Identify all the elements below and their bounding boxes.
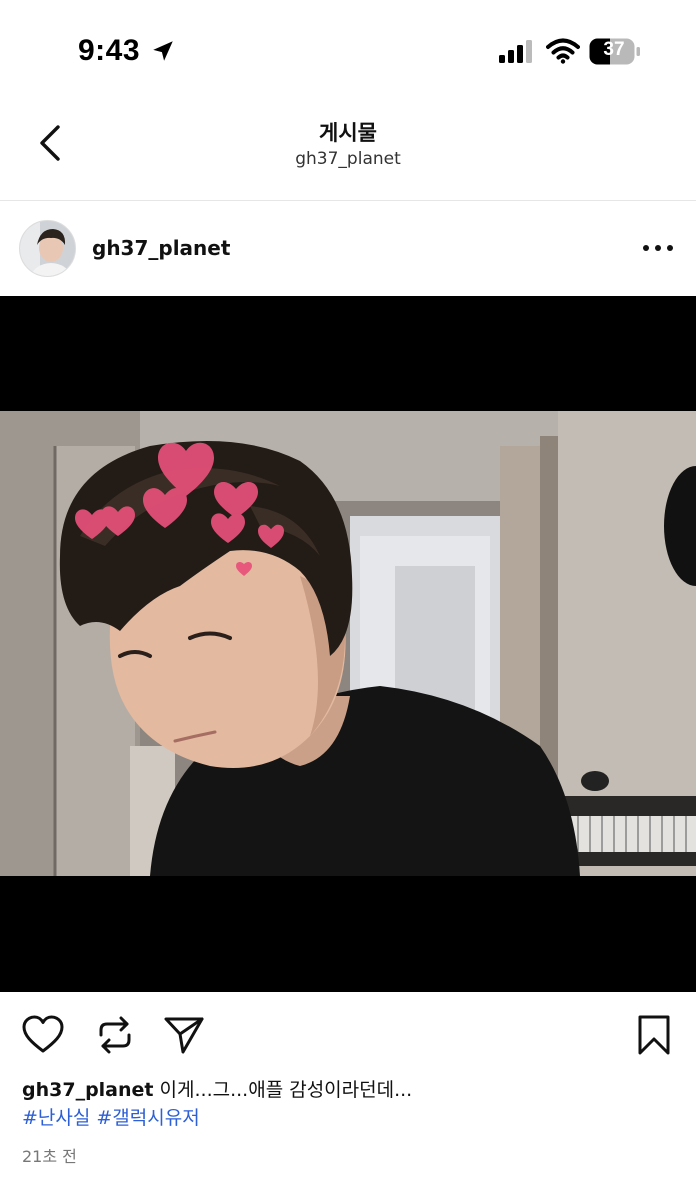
repost-icon[interactable] (93, 1013, 137, 1057)
post-author-row: gh37_planet (0, 202, 696, 296)
wifi-icon (546, 38, 580, 64)
caption-text: 이게...그...애플 감성이라던데... (153, 1079, 413, 1101)
page-subtitle: gh37_planet (295, 149, 401, 169)
heart-icon[interactable] (21, 1013, 65, 1057)
post-media[interactable] (0, 296, 696, 992)
status-time: 9:43 (78, 34, 141, 67)
send-icon[interactable] (162, 1013, 206, 1057)
status-bar: 9:43 37 (0, 0, 696, 100)
caption-username[interactable]: gh37_planet (22, 1079, 154, 1101)
navigation-header: 게시물 gh37_planet (0, 100, 696, 201)
hashtag-list: #난사실 #갤럭시유저 (22, 1104, 206, 1133)
post-caption: gh37_planet 이게...그...애플 감성이라던데... (22, 1076, 672, 1105)
battery-level: 37 (603, 39, 625, 60)
page-title: 게시물 (319, 121, 377, 145)
post-timestamp: 21초 전 (22, 1147, 77, 1166)
location-arrow-icon (153, 41, 173, 61)
more-dots-icon[interactable] (640, 238, 676, 258)
bookmark-icon[interactable] (632, 1013, 676, 1057)
post-photo (0, 296, 696, 992)
hashtag-link[interactable]: #갤럭시유저 (96, 1107, 199, 1129)
cellular-signal-icon (499, 40, 532, 63)
avatar[interactable] (19, 220, 76, 277)
post-author-name[interactable]: gh37_planet (92, 236, 230, 260)
hashtag-link[interactable]: #난사실 (22, 1107, 90, 1129)
